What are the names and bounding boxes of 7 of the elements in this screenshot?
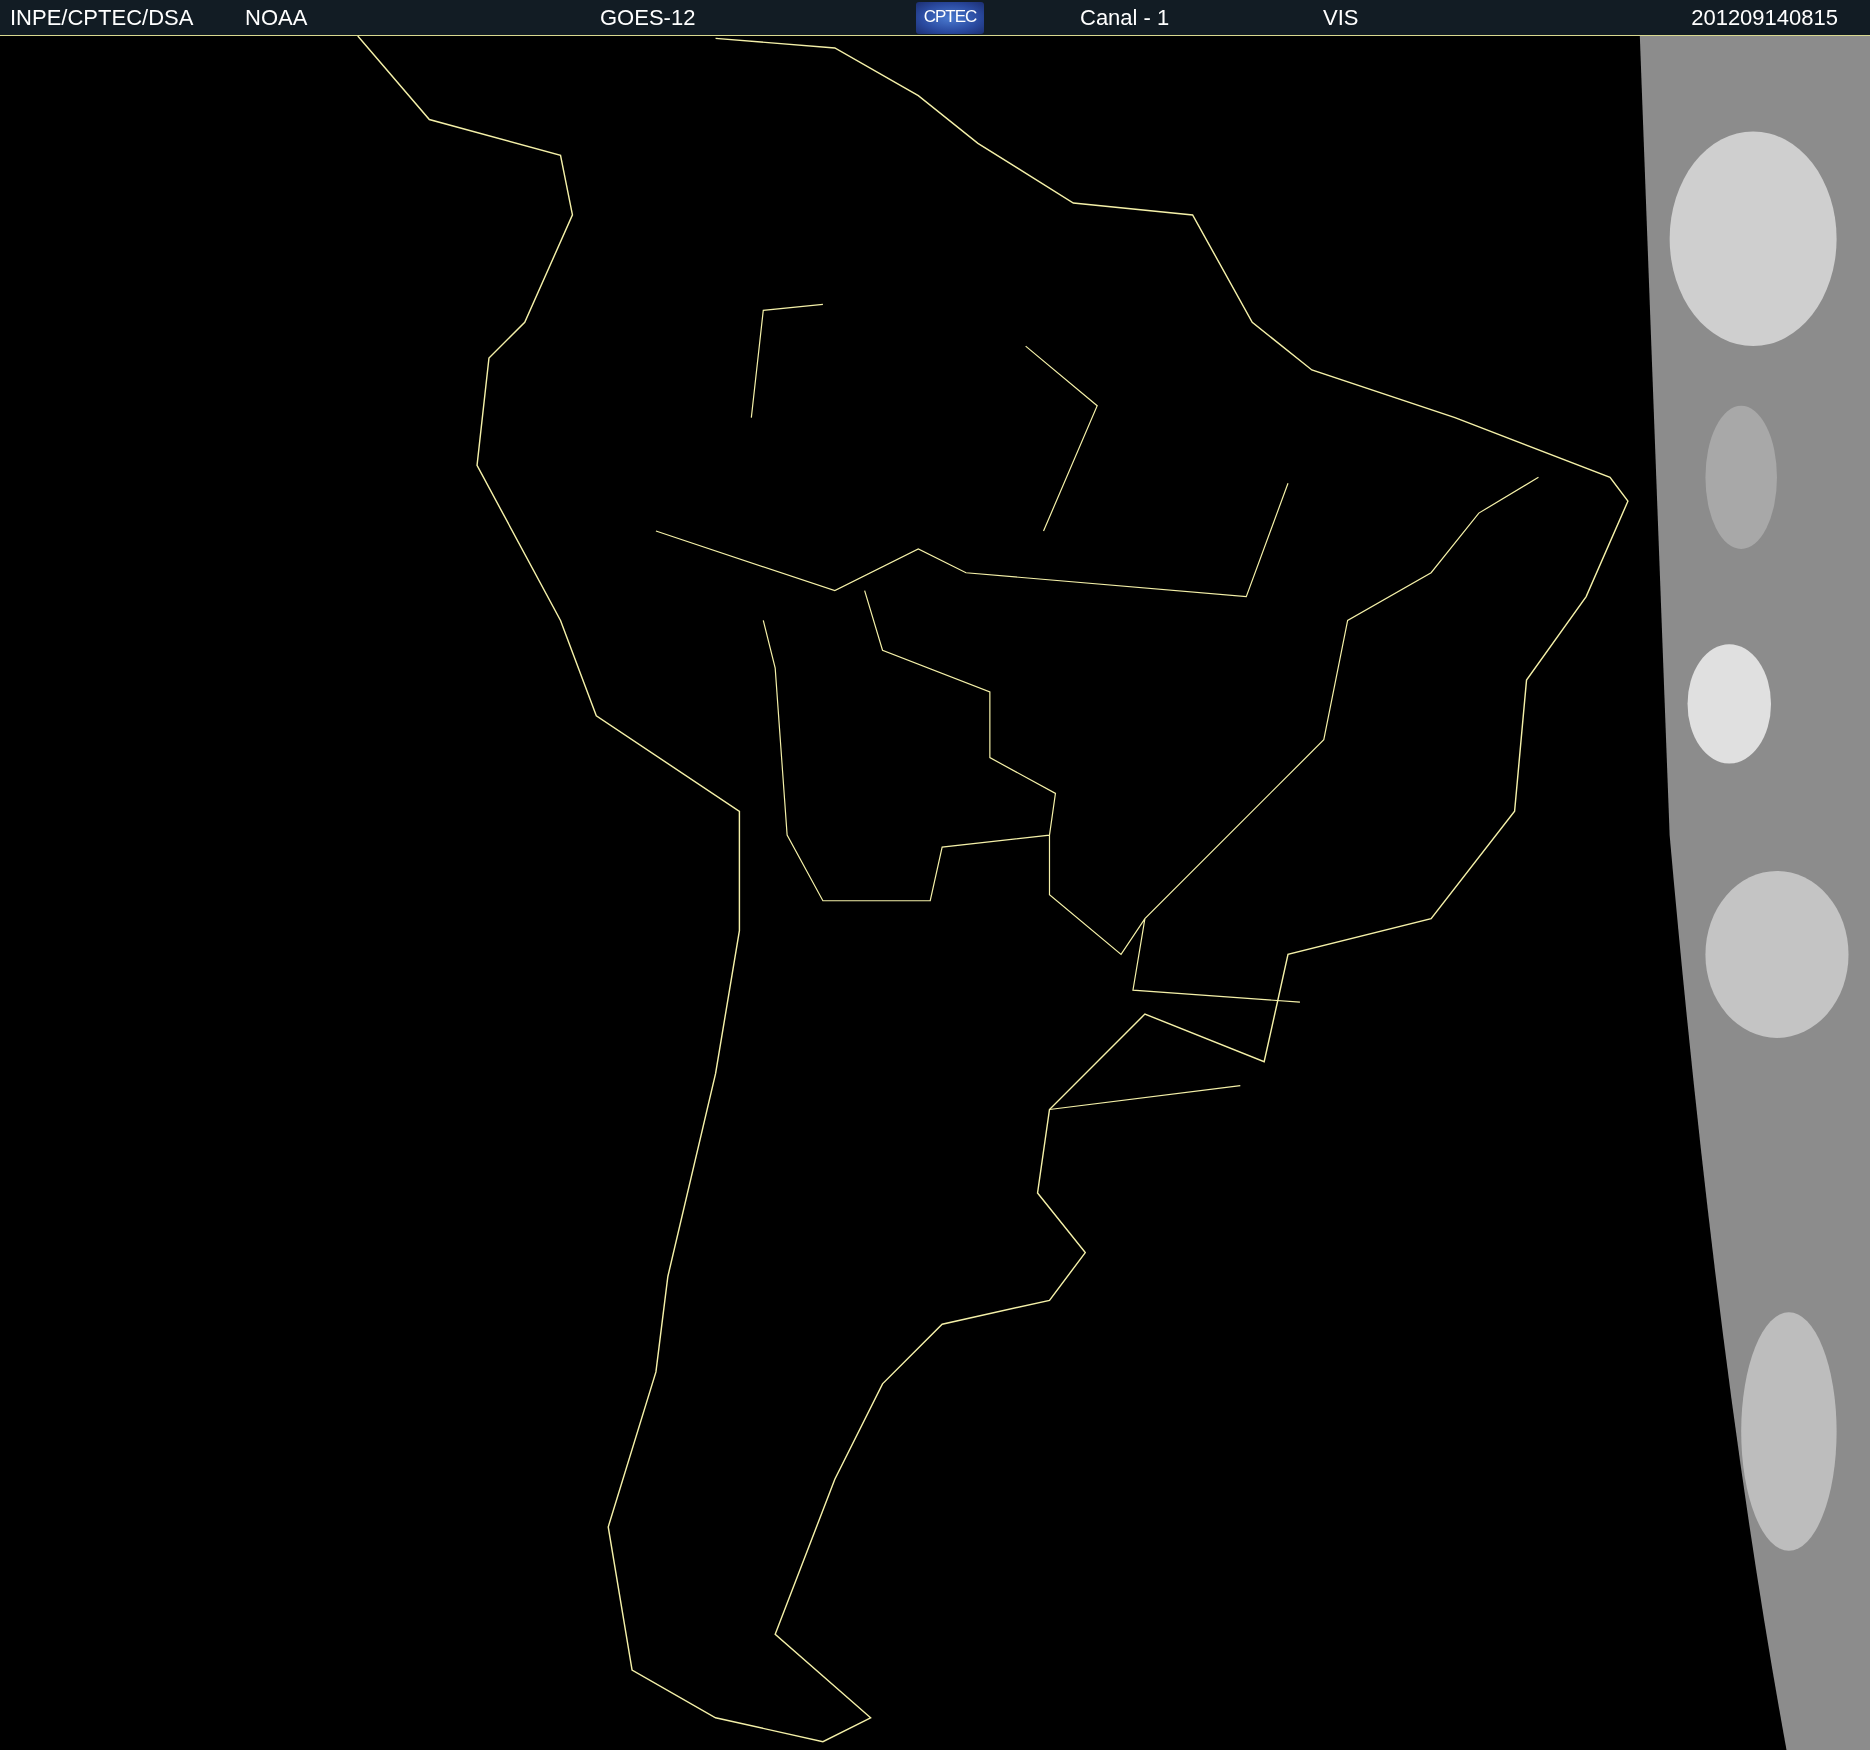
header-label: VIS (1323, 4, 1359, 31)
header-label: INPE/CPTEC/DSA (10, 4, 194, 31)
header-label: Canal - 1 (1080, 4, 1170, 31)
header-label: NOAA (245, 4, 308, 31)
header-label: GOES-12 (600, 4, 696, 31)
header-label: 201209140815 (1691, 4, 1838, 31)
logo: CPTEC (916, 1, 984, 34)
